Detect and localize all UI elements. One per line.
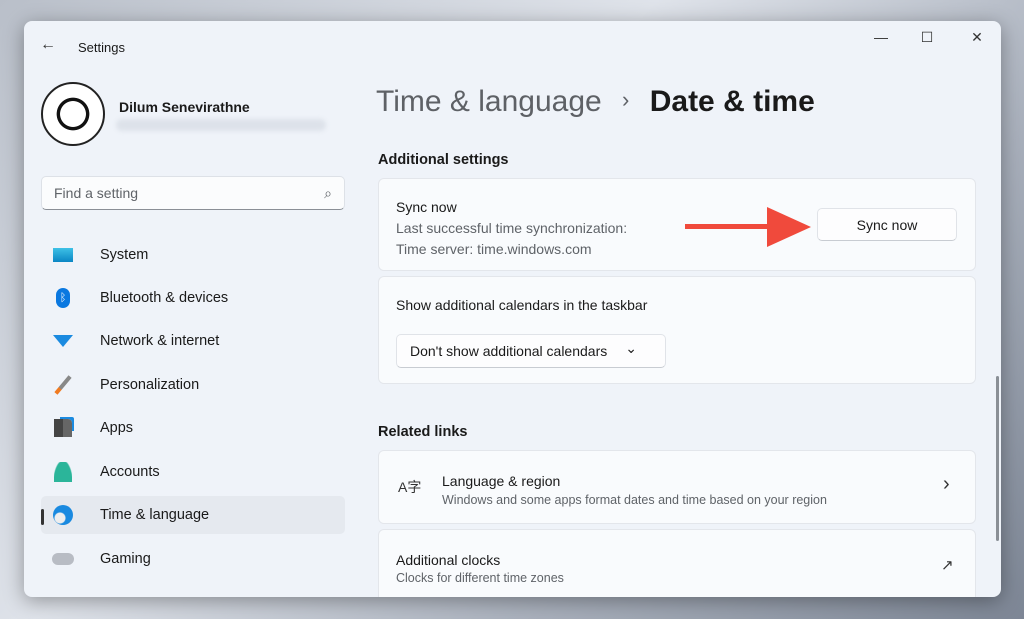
back-button[interactable]: ← — [40, 36, 56, 54]
sync-server: Time server: time.windows.com — [396, 241, 592, 257]
chevron-down-icon: ⌄ — [625, 339, 637, 356]
sidebar-item-label: Time & language — [100, 507, 210, 523]
search-input[interactable]: Find a setting ⌕ — [41, 176, 345, 210]
page-title: Date & time — [649, 85, 815, 118]
avatar[interactable] — [41, 82, 105, 146]
close-button[interactable]: ✕ — [962, 29, 992, 46]
sidebar-item-label: System — [100, 247, 149, 263]
brush-icon — [52, 375, 74, 395]
sidebar-item-label: Network & internet — [100, 333, 220, 349]
red-arrow-annotation — [685, 207, 811, 247]
link-desc: Windows and some apps format dates and t… — [442, 493, 827, 507]
system-icon — [52, 245, 74, 265]
sidebar-item-apps[interactable]: Apps — [41, 409, 345, 447]
scrollbar[interactable] — [996, 376, 999, 541]
sync-title: Sync now — [396, 199, 457, 215]
selection-indicator — [41, 509, 44, 525]
sidebar-item-bluetooth[interactable]: ᛒ Bluetooth & devices — [41, 279, 345, 317]
sidebar-item-time-language[interactable]: Time & language — [41, 496, 345, 534]
chevron-right-icon: › — [622, 87, 630, 112]
language-region-link[interactable]: A字 Language & region Windows and some ap… — [378, 450, 976, 524]
bluetooth-icon: ᛒ — [52, 288, 74, 308]
language-icon: A字 — [398, 479, 422, 495]
sidebar-item-accounts[interactable]: Accounts — [41, 453, 345, 491]
calendars-dropdown[interactable]: Don't show additional calendars ⌄ — [396, 334, 666, 368]
search-placeholder: Find a setting — [54, 185, 139, 201]
settings-window: ← Settings — ☐ ✕ Dilum Senevirathne Find… — [24, 21, 1001, 597]
breadcrumb: Time & language › Date & time — [376, 85, 815, 119]
external-link-icon: ↗ — [941, 557, 954, 574]
user-email-blurred — [116, 119, 326, 131]
sidebar-item-label: Apps — [100, 420, 134, 436]
link-title: Additional clocks — [396, 552, 501, 568]
globe-clock-icon — [52, 505, 74, 525]
sidebar-item-label: Gaming — [100, 551, 151, 567]
chevron-right-icon: › — [943, 473, 950, 495]
minimize-button[interactable]: — — [866, 29, 896, 45]
sidebar-item-label: Accounts — [100, 464, 160, 480]
calendars-title: Show additional calendars in the taskbar — [396, 297, 648, 313]
window-title: Settings — [78, 40, 125, 55]
gamepad-icon — [52, 549, 74, 569]
sidebar-item-label: Bluetooth & devices — [100, 290, 229, 306]
sync-last: Last successful time synchronization: — [396, 220, 628, 236]
sidebar-item-personalization[interactable]: Personalization — [41, 366, 345, 404]
sidebar-item-label: Personalization — [100, 377, 200, 393]
user-name: Dilum Senevirathne — [119, 99, 250, 115]
additional-clocks-link[interactable]: Additional clocks Clocks for different t… — [378, 529, 976, 597]
breadcrumb-parent[interactable]: Time & language — [376, 85, 602, 118]
apps-icon — [52, 418, 74, 438]
related-heading: Related links — [378, 424, 468, 440]
search-icon: ⌕ — [324, 184, 332, 201]
sidebar-item-gaming[interactable]: Gaming — [41, 540, 345, 578]
link-title: Language & region — [442, 473, 561, 489]
sidebar-item-system[interactable]: System — [41, 236, 345, 274]
person-icon — [52, 462, 74, 482]
sync-now-button[interactable]: Sync now — [817, 208, 957, 241]
calendars-card: Show additional calendars in the taskbar… — [378, 276, 976, 384]
wifi-icon — [52, 331, 74, 351]
sidebar-item-network[interactable]: Network & internet — [41, 322, 345, 360]
sync-now-card: Sync now Last successful time synchroniz… — [378, 178, 976, 271]
dropdown-value: Don't show additional calendars — [410, 343, 608, 359]
link-desc: Clocks for different time zones — [396, 571, 564, 585]
section-heading: Additional settings — [378, 152, 509, 168]
maximize-button[interactable]: ☐ — [912, 29, 942, 46]
